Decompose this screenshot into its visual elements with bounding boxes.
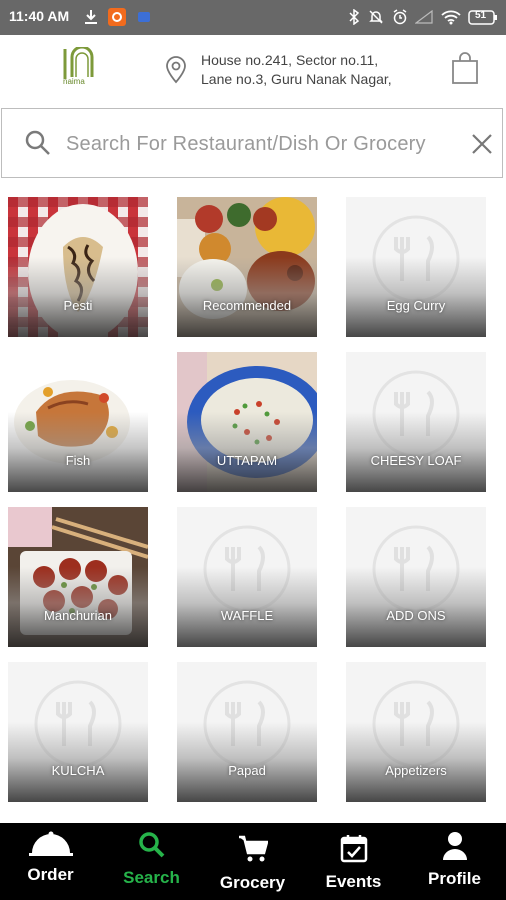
tile-shade <box>177 257 317 337</box>
signal-icon <box>415 8 433 26</box>
mute-bell-icon <box>368 8 384 26</box>
category-label: Appetizers <box>385 763 447 778</box>
tile-shade <box>177 722 317 802</box>
address-line-1: House no.241, Sector no.11, <box>201 52 379 68</box>
category-tile-appetizers[interactable]: Appetizers <box>346 662 486 802</box>
category-label: Pesti <box>63 298 93 313</box>
bottom-nav: Order Search Grocery Events Profile <box>0 823 506 900</box>
category-label: Recommended <box>202 298 292 313</box>
alarm-icon <box>392 8 408 26</box>
category-label: UTTAPAM <box>216 453 278 468</box>
category-tile-fish[interactable]: Fish <box>8 352 148 492</box>
search-icon <box>138 832 164 858</box>
tile-shade <box>177 567 317 647</box>
search-bar <box>1 108 503 178</box>
category-tile-pesti[interactable]: Pesti <box>8 197 148 337</box>
messenger-icon <box>137 8 151 26</box>
nav-label: Order <box>27 865 74 884</box>
status-time: 11:40 AM <box>9 8 70 24</box>
category-label: WAFFLE <box>220 608 274 623</box>
tile-shade <box>346 567 486 647</box>
nav-label: Grocery <box>219 873 286 892</box>
category-tile-egg-curry[interactable]: Egg Curry <box>346 197 486 337</box>
wifi-icon <box>441 8 461 26</box>
tile-shade <box>8 257 148 337</box>
app-notification-icon <box>108 8 126 26</box>
shopping-bag-icon[interactable] <box>451 51 479 85</box>
nav-events[interactable]: Events <box>303 823 404 900</box>
category-tile-papad[interactable]: Papad <box>177 662 317 802</box>
person-icon <box>442 832 467 860</box>
cloche-icon <box>28 831 73 856</box>
nav-profile[interactable]: Profile <box>404 823 505 900</box>
category-label: CHEESY LOAF <box>370 453 462 468</box>
tile-shade <box>8 412 148 492</box>
category-label: KULCHA <box>51 763 105 778</box>
nav-label: Profile <box>428 869 481 888</box>
category-tile-waffle[interactable]: WAFFLE <box>177 507 317 647</box>
category-tile-recommended[interactable]: Recommended <box>177 197 317 337</box>
category-label: ADD ONS <box>386 608 446 623</box>
nav-search[interactable]: Search <box>101 823 202 900</box>
location-pin-icon[interactable] <box>163 54 189 84</box>
category-tile-add-ons[interactable]: ADD ONS <box>346 507 486 647</box>
brand-logo-text: naima <box>63 77 85 86</box>
delivery-address[interactable]: House no.241, Sector no.11, Lane no.3, G… <box>201 51 421 89</box>
tile-shade <box>346 257 486 337</box>
nav-grocery[interactable]: Grocery <box>202 823 303 900</box>
category-label: Papad <box>228 763 266 778</box>
search-icon <box>25 130 50 155</box>
nav-label: Search <box>123 868 180 887</box>
search-input[interactable] <box>66 127 446 161</box>
category-tile-cheesy-loaf[interactable]: CHEESY LOAF <box>346 352 486 492</box>
address-line-2: Lane no.3, Guru Nanak Nagar, <box>201 71 392 87</box>
category-tile-manchurian[interactable]: Manchurian <box>8 507 148 647</box>
category-label: Fish <box>65 453 91 468</box>
nav-order[interactable]: Order <box>0 823 101 900</box>
category-tile-kulcha[interactable]: KULCHA <box>8 662 148 802</box>
close-icon[interactable] <box>469 131 495 157</box>
tile-shade <box>346 722 486 802</box>
tile-shade <box>8 722 148 802</box>
status-bar: 11:40 AM 51 <box>0 0 506 35</box>
bluetooth-icon <box>348 8 360 26</box>
battery-level: 51 <box>475 10 487 21</box>
category-label: Egg Curry <box>386 298 446 313</box>
category-tile-uttapam[interactable]: UTTAPAM <box>177 352 317 492</box>
tile-shade <box>346 412 486 492</box>
nav-label: Events <box>325 872 382 891</box>
download-icon <box>84 8 98 26</box>
tile-shade <box>177 412 317 492</box>
cart-icon <box>238 835 268 862</box>
tile-shade <box>8 567 148 647</box>
category-label: Manchurian <box>44 608 112 623</box>
calendar-check-icon <box>340 835 367 863</box>
